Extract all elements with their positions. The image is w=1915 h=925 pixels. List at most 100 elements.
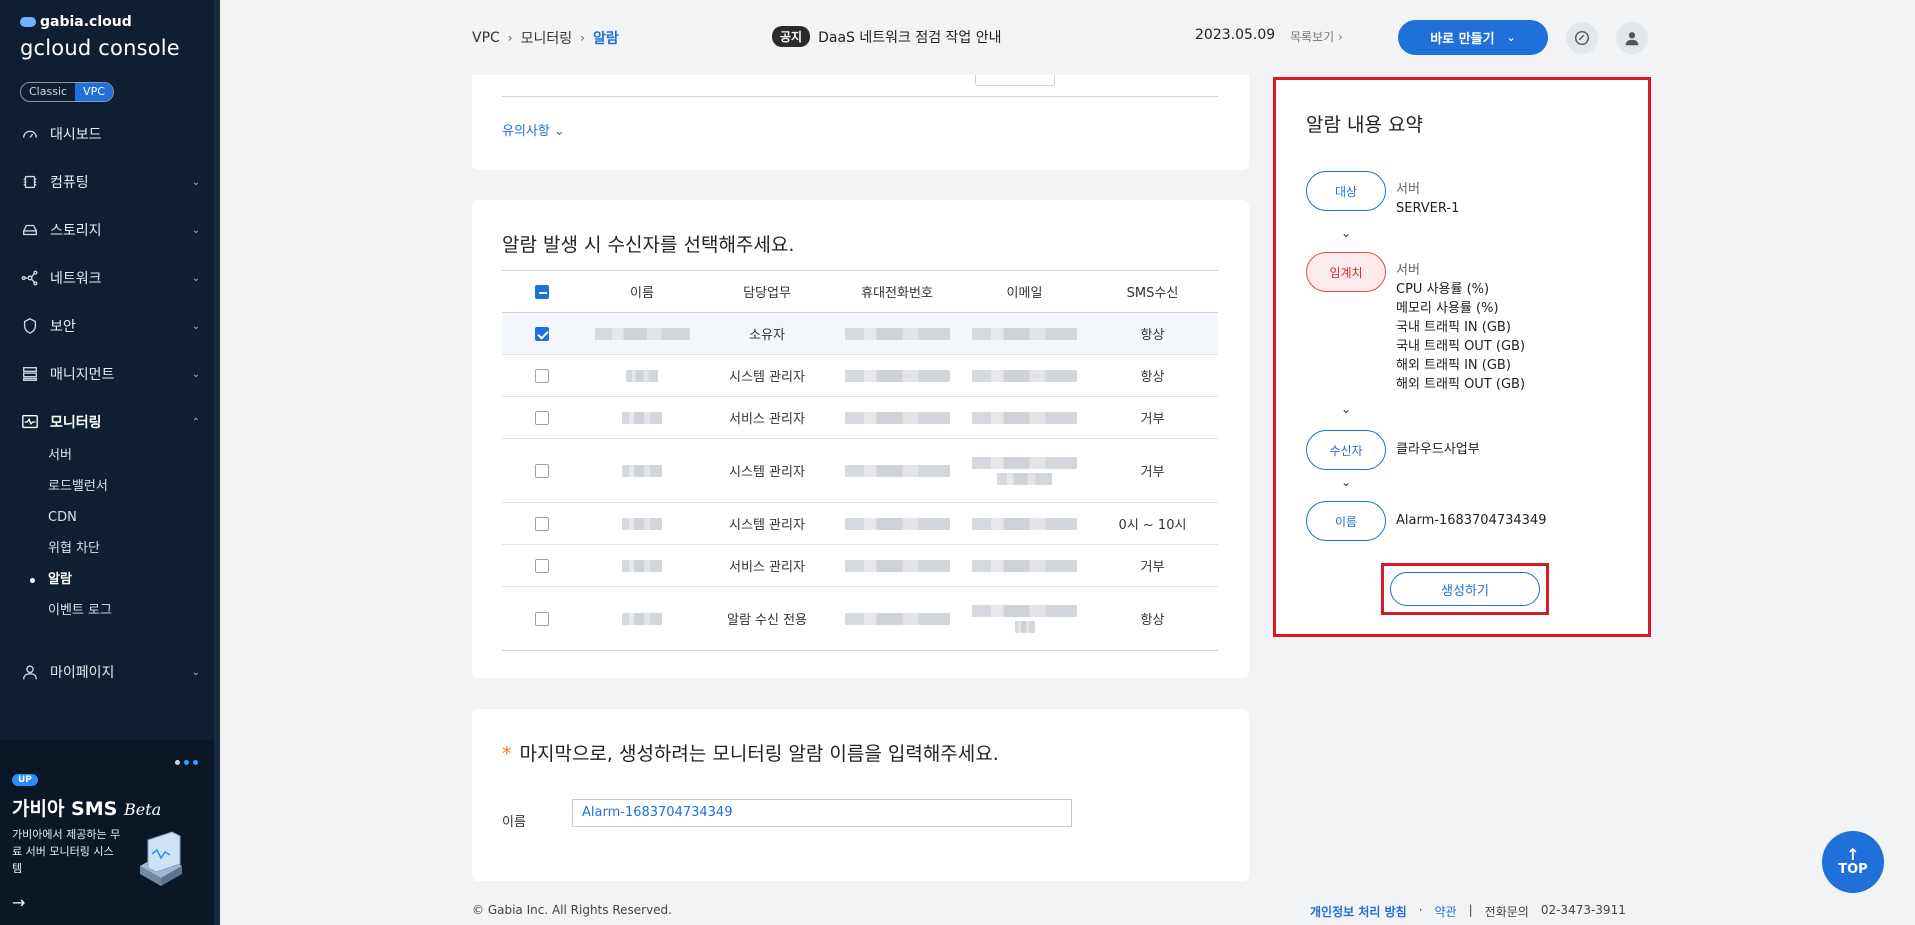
recipient-value: 클라우드사업부 — [1396, 442, 1480, 457]
phone-redacted — [844, 517, 950, 530]
chevron-right-icon: › — [580, 31, 585, 45]
sidebar-item-storage[interactable]: 스토리지 ⌄ — [20, 218, 200, 242]
email-redacted — [972, 327, 1077, 340]
sub-item-cdn[interactable]: CDN — [48, 508, 77, 528]
notice-date: 2023.05.09 — [1195, 27, 1276, 43]
col-role: 담당업무 — [702, 270, 832, 313]
breadcrumb-vpc[interactable]: VPC — [472, 30, 500, 46]
chat-button[interactable] — [1566, 22, 1598, 54]
notice-tag: 공지 — [772, 26, 811, 47]
row-checkbox[interactable] — [535, 611, 549, 626]
table-row[interactable]: 알람 수신 전용 항상 — [502, 586, 1218, 651]
row-checkbox[interactable] — [535, 326, 549, 341]
notice-banner[interactable]: 공지 DaaS 네트워크 점검 작업 안내 — [772, 26, 1002, 47]
footer-separator: | — [1468, 903, 1473, 917]
sms-cell: 항상 — [1087, 354, 1218, 397]
sub-item-threat-block[interactable]: 위협 차단 — [48, 539, 100, 559]
sidebar-item-monitoring[interactable]: 모니터링 ⌃ — [20, 410, 200, 434]
dashboard-icon — [20, 126, 40, 142]
carousel-dots[interactable] — [175, 760, 198, 765]
arrow-right-icon[interactable]: → — [12, 893, 25, 912]
brand-logo[interactable]: gabia.cloud — [20, 14, 132, 30]
copyright: © Gabia Inc. All Rights Reserved. — [472, 903, 672, 917]
sub-item-server[interactable]: 서버 — [48, 446, 72, 466]
select-all-checkbox[interactable] — [535, 284, 549, 299]
condition-card: 유의사항 ⌄ — [472, 75, 1249, 170]
sidebar-item-security[interactable]: 보안 ⌄ — [20, 314, 200, 338]
mode-vpc[interactable]: VPC — [75, 83, 113, 101]
shield-icon — [20, 318, 40, 334]
col-email: 이메일 — [962, 270, 1087, 313]
top-label: TOP — [1838, 861, 1868, 877]
phone-redacted — [844, 369, 950, 382]
chevron-down-icon: ⌄ — [191, 666, 200, 678]
col-name: 이름 — [582, 270, 702, 313]
chevron-down-icon: ⌄ — [191, 320, 200, 332]
contact-number: 02-3473-3911 — [1540, 903, 1626, 917]
brand-title[interactable]: gcloud console — [20, 36, 180, 60]
alarm-name-input[interactable]: Alarm-1683704734349 — [572, 799, 1072, 827]
role-cell: 시스템 관리자 — [702, 502, 832, 545]
profile-button[interactable] — [1616, 22, 1648, 54]
col-sms: SMS수신 — [1087, 270, 1218, 313]
sms-cell: 0시 ~ 10시 — [1087, 502, 1218, 545]
email-redacted — [972, 369, 1077, 382]
terms-link[interactable]: 약관 — [1435, 903, 1457, 920]
mode-toggle[interactable]: Classic VPC — [20, 82, 114, 102]
chevron-down-icon: ⌄ — [1341, 402, 1352, 416]
sidebar-item-network[interactable]: 네트워크 ⌄ — [20, 266, 200, 290]
sub-item-event-log[interactable]: 이벤트 로그 — [48, 601, 112, 621]
scroll-top-button[interactable]: ↑ TOP — [1822, 831, 1884, 893]
name-redacted — [622, 464, 662, 477]
quick-create-button[interactable]: 바로 만들기 ⌄ — [1398, 20, 1548, 55]
phone-redacted — [844, 464, 950, 477]
row-checkbox[interactable] — [535, 558, 549, 573]
table-row[interactable]: 시스템 관리자 거부 — [502, 438, 1218, 503]
input-stub[interactable] — [975, 75, 1055, 86]
row-checkbox[interactable] — [535, 463, 549, 478]
breadcrumb-monitoring[interactable]: 모니터링 — [521, 28, 573, 48]
target-pill: 대상 — [1306, 171, 1386, 211]
sidebar-item-dashboard[interactable]: 대시보드 — [20, 122, 200, 146]
table-row[interactable]: 소유자 항상 — [502, 312, 1218, 355]
sidebar-item-management[interactable]: 매니지먼트 ⌄ — [20, 362, 200, 386]
promo-banner[interactable]: UP 가비아 SMS Beta 가비아에서 제공하는 무료 서버 모니터링 시스… — [0, 740, 214, 925]
row-checkbox[interactable] — [535, 368, 549, 383]
name-redacted — [626, 369, 658, 382]
notice-text[interactable]: DaaS 네트워크 점검 작업 안내 — [818, 27, 1001, 47]
role-cell: 알람 수신 전용 — [702, 586, 832, 651]
role-cell: 시스템 관리자 — [702, 354, 832, 397]
top-header: VPC › 모니터링 › 알람 공지 DaaS 네트워크 점검 작업 안내 20… — [220, 0, 1915, 75]
sub-item-alarm[interactable]: 알람 — [48, 570, 72, 590]
sub-item-loadbalancer[interactable]: 로드밸런서 — [48, 477, 108, 497]
active-dot — [30, 578, 35, 583]
sidebar-scrollbar[interactable] — [214, 0, 220, 925]
email-redacted — [972, 411, 1077, 424]
sidebar-item-label: 모니터링 — [50, 415, 102, 431]
sidebar-item-computing[interactable]: 컴퓨팅 ⌄ — [20, 170, 200, 194]
table-row[interactable]: 서비스 관리자 거부 — [502, 544, 1218, 587]
chevron-down-icon: ⌄ — [191, 176, 200, 188]
row-checkbox[interactable] — [535, 410, 549, 425]
user-icon — [20, 664, 40, 680]
email-redacted — [972, 559, 1077, 572]
notice-list-link[interactable]: 목록보기 › — [1290, 28, 1343, 45]
table-row[interactable]: 시스템 관리자 항상 — [502, 354, 1218, 397]
table-row[interactable]: 시스템 관리자 0시 ~ 10시 — [502, 502, 1218, 545]
row-checkbox[interactable] — [535, 516, 549, 531]
name-value: Alarm-1683704734349 — [1396, 513, 1547, 528]
network-icon — [20, 270, 40, 286]
mode-classic[interactable]: Classic — [21, 83, 75, 101]
threshold-item: CPU 사용률 (%) — [1396, 282, 1490, 297]
table-row[interactable]: 서비스 관리자 거부 — [502, 396, 1218, 439]
chip-icon — [20, 174, 40, 190]
chevron-down-icon: ⌄ — [1341, 475, 1352, 489]
chat-icon — [1574, 30, 1590, 46]
create-alarm-button[interactable]: 생성하기 — [1390, 572, 1540, 606]
caution-toggle[interactable]: 유의사항 ⌄ — [502, 120, 565, 139]
sidebar-item-mypage[interactable]: 마이페이지 ⌄ — [20, 660, 200, 684]
email-redacted — [972, 517, 1077, 530]
privacy-link[interactable]: 개인정보 처리 방침 — [1310, 903, 1407, 920]
sidebar-item-label: 보안 — [50, 319, 76, 335]
monitor-icon — [20, 414, 40, 430]
